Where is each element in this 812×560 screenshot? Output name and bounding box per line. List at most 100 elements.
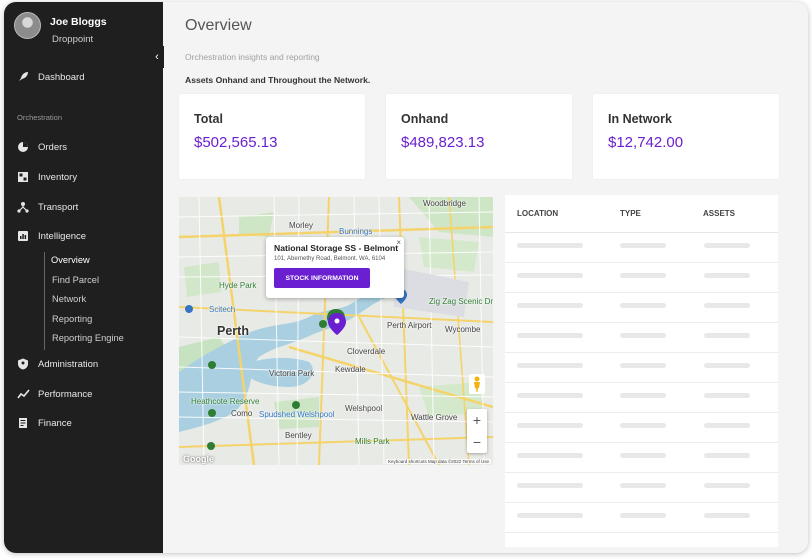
popup-address: 101, Abernethy Road, Belmont, WA, 6104 [274,256,386,262]
bar-chart-icon [16,229,30,243]
skeleton-placeholder [704,363,750,368]
map-label: Spudshed Welshpool [259,410,335,419]
skeleton-placeholder [620,453,666,458]
skeleton-placeholder [517,453,583,458]
trend-icon [16,387,30,401]
zoom-out-button[interactable]: − [467,431,487,453]
collapse-sidebar-button[interactable]: ‹ [150,46,164,68]
map-attribution[interactable]: Keyboard shortcuts Map data ©2022 Terms … [385,459,491,464]
column-header-assets[interactable]: ASSETS [703,209,735,218]
sidebar-item-transport[interactable]: Transport [16,200,78,214]
shield-icon [16,357,30,371]
subnav-item-find-parcel[interactable]: Find Parcel [51,272,124,292]
skeleton-placeholder [620,363,666,368]
skeleton-placeholder [517,483,583,488]
street-view-pegman-icon[interactable] [469,374,485,394]
close-icon[interactable]: × [396,238,401,247]
skeleton-placeholder [704,273,750,278]
main-content: Overview Orchestration insights and repo… [163,2,808,553]
skeleton-placeholder [620,333,666,338]
skeleton-placeholder [517,333,583,338]
sidebar-item-orders[interactable]: Orders [16,140,67,154]
map-label: Morley [289,221,314,230]
map-label: Kewdale [335,365,366,374]
sidebar-item-administration[interactable]: Administration [16,357,98,371]
subnav-item-reporting-engine[interactable]: Reporting Engine [51,330,124,350]
summary-card-total: Total $502,565.13 [179,94,365,179]
skeleton-placeholder [517,303,583,308]
user-profile[interactable]: Joe Bloggs Droppoint [14,12,107,45]
avatar[interactable] [14,12,41,39]
sidebar: Joe Bloggs Droppoint ‹ Dashboard Orchest… [4,2,164,553]
skeleton-placeholder [620,483,666,488]
google-logo: Google [183,454,214,464]
sidebar-item-label: Transport [38,201,79,213]
map-label: Cloverdale [347,347,386,356]
map-label: Mills Park [355,437,390,446]
sidebar-item-intelligence[interactable]: Intelligence [16,229,86,243]
section-label-orchestration: Orchestration [17,113,63,122]
sidebar-item-dashboard[interactable]: Dashboard [16,70,84,84]
sidebar-item-inventory[interactable]: Inventory [16,170,77,184]
map-label: Wattle Grove [411,413,458,422]
skeleton-placeholder [517,423,583,428]
skeleton-placeholder [620,393,666,398]
subnav-divider [44,252,45,350]
summary-card-in-network: In Network $12,742.00 [593,94,779,179]
skeleton-placeholder [620,273,666,278]
sidebar-item-label: Administration [38,358,99,370]
skeleton-placeholder [704,303,750,308]
table-row-skeleton [505,293,778,323]
card-value: $489,823.13 [401,134,485,151]
summary-card-onhand: Onhand $489,823.13 [386,94,572,179]
table-row-skeleton [505,323,778,353]
sidebar-item-label: Inventory [38,171,78,183]
skeleton-placeholder [620,513,666,518]
subnav-item-overview[interactable]: Overview [44,252,124,272]
stock-information-button[interactable]: STOCK INFORMATION [274,268,370,288]
popup-title: National Storage SS - Belmont [274,243,399,253]
card-label: Onhand [401,112,449,126]
map-view[interactable]: Woodbridge Morley Bunnings Hyde Park Sci… [179,197,493,465]
skeleton-placeholder [517,243,583,248]
table-header: LOCATION TYPE ASSETS [505,195,778,233]
section-heading: Assets Onhand and Throughout the Network… [185,75,371,85]
skeleton-placeholder [517,513,583,518]
map-label: Welshpool [345,404,383,413]
receipt-icon [16,416,30,430]
location-popup: × National Storage SS - Belmont 101, Abe… [266,237,404,298]
skeleton-placeholder [620,423,666,428]
table-row-skeleton [505,413,778,443]
skeleton-placeholder [704,243,750,248]
zoom-in-button[interactable]: + [467,409,487,431]
intelligence-subnav: Overview Find Parcel Network Reporting R… [44,252,124,350]
sidebar-item-label: Finance [38,417,72,429]
table-row-skeleton [505,473,778,503]
sidebar-item-finance[interactable]: Finance [16,416,72,430]
skeleton-placeholder [517,363,583,368]
column-header-type[interactable]: TYPE [620,209,703,218]
skeleton-placeholder [704,333,750,338]
map-label: Hyde Park [219,281,257,290]
table-row-skeleton [505,353,778,383]
subnav-item-network[interactable]: Network [51,291,124,311]
app-window: Joe Bloggs Droppoint ‹ Dashboard Orchest… [4,2,808,553]
network-icon [16,200,30,214]
skeleton-placeholder [620,303,666,308]
rocket-icon [16,70,30,84]
page-subtitle: Orchestration insights and reporting [185,52,320,62]
map-label: Victoria Park [269,369,315,378]
map-label: Woodbridge [423,199,466,208]
sidebar-item-performance[interactable]: Performance [16,387,92,401]
sidebar-item-label: Dashboard [38,71,85,83]
skeleton-placeholder [704,423,750,428]
table-row-skeleton [505,233,778,263]
card-label: Total [194,112,223,126]
table-row-skeleton [505,503,778,533]
table-body [505,233,778,533]
card-label: In Network [608,112,672,126]
user-name: Joe Bloggs [50,16,107,28]
column-header-location[interactable]: LOCATION [517,209,620,218]
subnav-item-reporting[interactable]: Reporting [51,311,124,331]
table-row-skeleton [505,383,778,413]
